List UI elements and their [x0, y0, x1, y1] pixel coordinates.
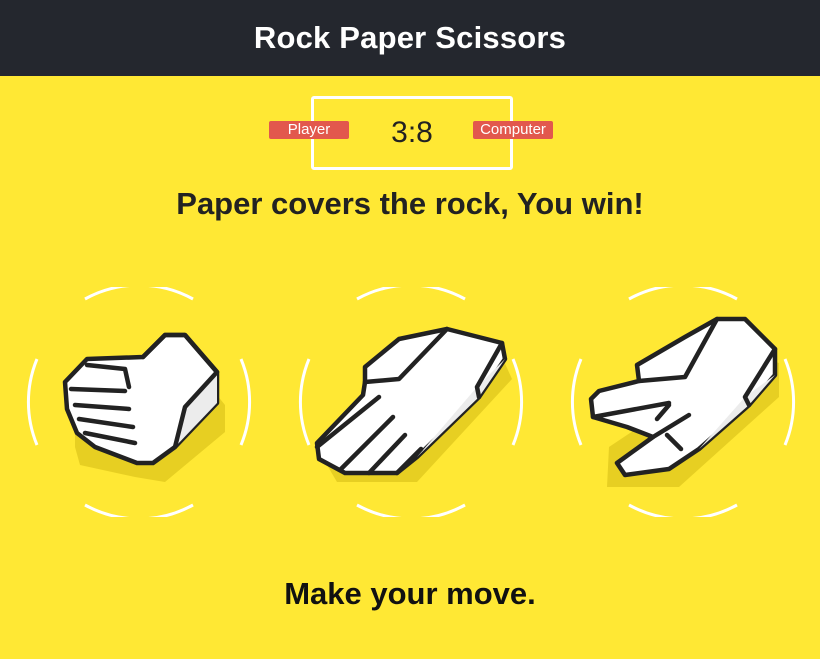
paper-hand-icon — [298, 287, 524, 517]
player-badge: Player — [269, 121, 349, 139]
paper-choice-button[interactable] — [297, 287, 525, 517]
app-title: Rock Paper Scissors — [253, 20, 567, 55]
computer-badge: Computer — [473, 121, 553, 139]
scissors-hand-icon — [570, 287, 796, 517]
rock-hand-icon — [26, 287, 252, 517]
rock-choice-button[interactable] — [25, 287, 253, 517]
move-prompt: Make your move. — [284, 576, 536, 611]
app-header: Rock Paper Scissors — [0, 0, 820, 76]
scissors-choice-button[interactable] — [569, 287, 797, 517]
result-message: Paper covers the rock, You win! — [176, 186, 644, 221]
